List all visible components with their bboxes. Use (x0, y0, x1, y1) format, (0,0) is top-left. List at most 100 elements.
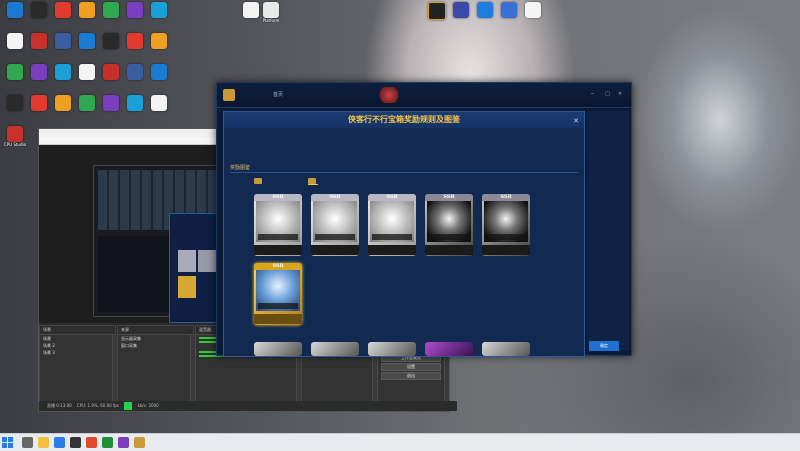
desktop-icon[interactable] (2, 95, 28, 111)
app-icon (453, 2, 469, 18)
card-name (254, 245, 302, 255)
desktop-icon[interactable] (122, 64, 148, 80)
desktop-icon[interactable] (2, 33, 28, 49)
desktop-icon[interactable] (146, 2, 172, 18)
search-icon[interactable] (22, 437, 33, 448)
desktop-icon[interactable] (50, 33, 76, 49)
desktop-icon-app-2[interactable] (448, 2, 474, 18)
tab-normal-chest[interactable] (254, 178, 264, 184)
desktop-icon[interactable] (26, 64, 52, 80)
desktop-icon[interactable] (122, 95, 148, 111)
emblem-icon (377, 87, 401, 103)
nav-home[interactable]: 首页 (273, 91, 283, 98)
source-item[interactable]: 显示器采集 (118, 335, 190, 342)
desktop-icon[interactable] (2, 2, 28, 18)
reward-card[interactable]: SSR (425, 194, 473, 256)
card-name (311, 245, 359, 255)
desktop-icon[interactable] (74, 64, 100, 80)
reward-card[interactable]: SSR (482, 194, 530, 256)
card-badge (258, 234, 298, 240)
desktop-icon[interactable] (122, 2, 148, 18)
app-icon (31, 64, 47, 80)
desktop-icon[interactable] (146, 33, 172, 49)
maximize-icon[interactable]: □ (605, 91, 610, 97)
desktop-icon[interactable] (50, 64, 76, 80)
reward-card-partial[interactable] (368, 342, 416, 356)
app-icon (103, 2, 119, 18)
reward-card[interactable]: SSR (254, 194, 302, 256)
app-icon (31, 2, 47, 18)
reward-card[interactable]: SSR (311, 194, 359, 256)
desktop-icon[interactable] (146, 64, 172, 80)
app-icon (151, 2, 167, 18)
app-icon (151, 33, 167, 49)
desktop-icon-app-3[interactable] (472, 2, 498, 18)
app-icon (79, 64, 95, 80)
desktop-icon-platform[interactable]: Platform (258, 2, 284, 23)
reward-card[interactable]: SSR (368, 194, 416, 256)
app-icon (477, 2, 493, 18)
desktop-icon-app-1[interactable] (424, 2, 450, 20)
desktop-icon[interactable] (122, 33, 148, 49)
card-name (482, 245, 530, 255)
browser-icon[interactable] (54, 437, 65, 448)
desktop-icon[interactable] (74, 33, 100, 49)
desktop-icon[interactable] (2, 64, 28, 80)
app-icon (79, 2, 95, 18)
scene-item[interactable]: 场景 3 (40, 349, 112, 356)
desktop-icon[interactable] (26, 2, 52, 18)
app-taskbar-icon[interactable] (118, 437, 129, 448)
app-taskbar-icon[interactable] (102, 437, 113, 448)
desktop-icon[interactable] (146, 95, 172, 111)
game-taskbar-icon[interactable] (134, 437, 145, 448)
desktop-icon[interactable] (98, 33, 124, 49)
card-name (368, 245, 416, 255)
card-badge (486, 234, 526, 240)
tab-advanced-chest[interactable] (308, 178, 318, 185)
confirm-button[interactable]: 确定 (589, 341, 619, 351)
obs-status-bar: 直播 0:13:00 CPU: 1.9%, 60.00 fps kb/s: 20… (39, 401, 457, 411)
file-explorer-icon[interactable] (38, 437, 49, 448)
desktop-icon[interactable] (74, 2, 100, 18)
game-logo-icon (223, 89, 235, 101)
windows-start-icon[interactable] (2, 437, 13, 448)
ssr-label: SSR (254, 194, 302, 201)
app-taskbar-icon[interactable] (86, 437, 97, 448)
file-icon (525, 2, 541, 18)
reward-card-partial[interactable] (311, 342, 359, 356)
desktop-icon[interactable]: CPU Studio (2, 126, 28, 147)
desktop-icon[interactable] (98, 95, 124, 111)
reward-card-partial[interactable] (425, 342, 473, 356)
app-icon (55, 2, 71, 18)
desktop-icon-file-2[interactable] (520, 2, 546, 18)
desktop-icon[interactable] (98, 64, 124, 80)
scene-item[interactable]: 场景 2 (40, 342, 112, 349)
close-icon[interactable]: ✕ (618, 91, 622, 97)
desktop-icon[interactable] (26, 33, 52, 49)
reward-card-partial[interactable] (254, 342, 302, 356)
desktop-icon[interactable] (50, 95, 76, 111)
card-badge (315, 234, 355, 240)
reward-card[interactable]: SSR (254, 263, 302, 325)
desktop-icon-app-4[interactable] (496, 2, 522, 18)
desktop-icon[interactable] (74, 95, 100, 111)
source-item[interactable]: 窗口采集 (118, 342, 190, 349)
scene-item[interactable]: 场景 (40, 335, 112, 342)
game-launcher-window[interactable]: 首页 ─ □ ✕ 侠客行不行宝箱奖励规则及图鉴 ✕ 奖励图鉴 SSR SSR SSR… (216, 82, 632, 357)
minimize-icon[interactable]: ─ (591, 91, 594, 97)
desktop-icon[interactable] (50, 2, 76, 18)
card-name (425, 245, 473, 255)
settings-button[interactable]: 设置 (381, 363, 441, 371)
obs-taskbar-icon[interactable] (70, 437, 81, 448)
exit-button[interactable]: 退出 (381, 372, 441, 380)
bitrate: kb/s: 2000 (137, 403, 159, 408)
scenes-dock: 场景 场景 2 场景 3 (39, 334, 113, 406)
desktop-icon[interactable] (26, 95, 52, 111)
reward-card-partial[interactable] (482, 342, 530, 356)
desktop-icon[interactable] (98, 2, 124, 18)
app-icon (428, 2, 446, 20)
close-icon[interactable]: ✕ (573, 113, 579, 129)
file-icon (243, 2, 259, 18)
app-icon (55, 64, 71, 80)
live-time: 直播 0:13:00 (47, 403, 72, 408)
